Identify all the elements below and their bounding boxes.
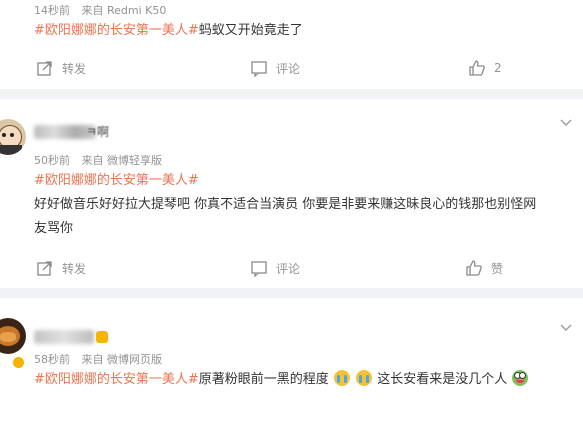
like-label: 赞 [491,261,504,276]
more-options-button[interactable] [559,113,573,132]
action-bar: 转发 评论 2 [0,56,583,80]
like-icon [466,260,482,276]
more-options-button[interactable] [559,318,573,337]
post-meta: 50秒前 来自 微博轻享版 [34,152,170,168]
like-button[interactable]: 2 [468,56,502,80]
topic-link[interactable]: #欧阳娜娜的长安第一美人# [34,23,199,38]
username-suffix[interactable]: ㅋ啊 [86,123,109,140]
separator [0,89,583,99]
comment-button[interactable]: 评论 [250,256,300,280]
chevron-down-icon [560,119,572,126]
cry-emoji [356,370,373,386]
comment-icon [251,61,267,77]
username-blurred[interactable] [34,330,94,344]
repost-button[interactable]: 转发 [36,56,86,80]
post-time[interactable]: 50秒前 [34,154,70,167]
frog-emoji [512,370,529,386]
post-body-a: 原著粉眼前一黑的程度 [198,372,329,387]
comment-label: 评论 [276,261,301,276]
action-bar: 转发 评论 赞 [0,256,583,280]
post-meta: 14秒前 来自 Redmi K50 [34,2,174,18]
post-1: 14秒前 来自 Redmi K50 #欧阳娜娜的长安第一美人#蚂蚁又开始竟走了 … [0,0,583,89]
like-count: 2 [494,61,502,75]
repost-button[interactable]: 转发 [36,256,86,280]
topic-link[interactable]: #欧阳娜娜的长安第一美人# [34,173,199,188]
repost-icon [37,261,52,276]
vip-badge-icon [12,356,25,369]
post-time[interactable]: 14秒前 [34,4,70,17]
repost-icon [37,61,52,76]
post-source: 来自 微博轻享版 [81,154,163,167]
repost-label: 转发 [62,261,87,276]
post-source: 来自 Redmi K50 [81,4,167,17]
vip-badge-icon [96,331,108,343]
chevron-down-icon [560,324,572,331]
repost-label: 转发 [62,61,87,76]
like-icon [469,60,485,76]
comment-button[interactable]: 评论 [250,56,300,80]
post-text: #欧阳娜娜的长安第一美人# [34,169,574,193]
post-time[interactable]: 58秒前 [34,353,70,366]
post-text: #欧阳娜娜的长安第一美人#原著粉眼前一黑的程度 这长安看来是没几个人 [34,368,574,392]
avatar[interactable] [0,318,26,354]
post-source: 来自 微博网页版 [81,353,163,366]
post-body-b: 这长安看来是没几个人 [377,372,508,387]
separator [0,288,583,298]
post-3: 58秒前 来自 微博网页版 #欧阳娜娜的长安第一美人#原著粉眼前一黑的程度 这长… [0,298,583,430]
comment-icon [251,261,267,277]
comment-label: 评论 [276,61,301,76]
post-2: ㅋ啊 50秒前 来自 微博轻享版 #欧阳娜娜的长安第一美人# 好好做音乐好好拉大… [0,99,583,288]
post-body: 好好做音乐好好拉大提琴吧 你真不适合当演员 你要是非要来赚这昧良心的钱那也别怪网… [34,197,537,236]
avatar[interactable] [0,119,26,155]
like-button[interactable]: 赞 [465,256,503,280]
post-meta: 58秒前 来自 微博网页版 [34,351,170,367]
topic-link[interactable]: #欧阳娜娜的长安第一美人# [34,372,199,387]
post-text: #欧阳娜娜的长安第一美人#蚂蚁又开始竟走了 [34,19,574,43]
post-body: 蚂蚁又开始竟走了 [198,23,303,38]
cry-emoji [333,370,350,386]
